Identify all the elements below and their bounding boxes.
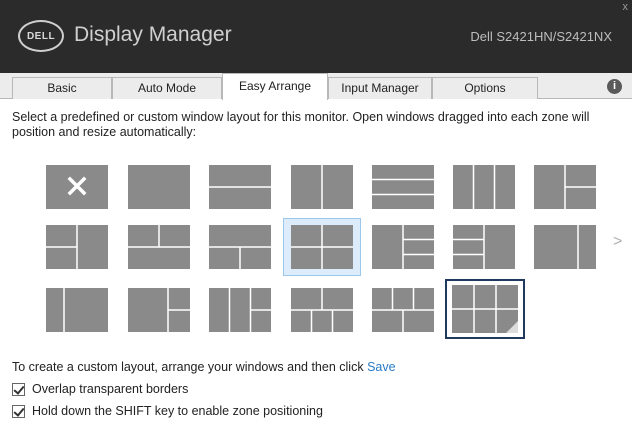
info-icon[interactable]: i bbox=[607, 79, 622, 94]
app-title: Display Manager bbox=[74, 23, 232, 46]
title-bar: DELL Display Manager Dell S2421HN/S2421N… bbox=[0, 0, 632, 73]
tab-auto-mode[interactable]: Auto Mode bbox=[112, 77, 222, 99]
next-page-icon[interactable]: > bbox=[613, 233, 622, 251]
overlap-borders-label: Overlap transparent borders bbox=[32, 382, 189, 396]
layout-custom-2x3[interactable] bbox=[445, 279, 525, 339]
layout-top-one-bottom-two[interactable] bbox=[207, 223, 273, 271]
layout-three-left-main-right[interactable] bbox=[451, 223, 517, 271]
layout-main-left-grid-right[interactable] bbox=[126, 286, 192, 334]
layout-narrow-left-main-right[interactable] bbox=[44, 286, 110, 334]
logo-text: DELL bbox=[26, 30, 56, 42]
close-icon[interactable]: x bbox=[623, 1, 629, 13]
layout-main-left-two-right[interactable] bbox=[532, 163, 598, 211]
custom-layout-hint: To create a custom layout, arrange your … bbox=[12, 360, 396, 374]
layout-three-rows[interactable] bbox=[370, 163, 436, 211]
layout-three-cols-split-right[interactable] bbox=[207, 286, 273, 334]
layout-main-left-narrow-right[interactable] bbox=[532, 223, 598, 271]
dell-logo: DELL bbox=[18, 20, 64, 52]
tab-easy-arrange[interactable]: Easy Arrange bbox=[222, 73, 328, 100]
monitor-model: Dell S2421HN/S2421NX bbox=[470, 29, 612, 44]
shift-key-label: Hold down the SHIFT key to enable zone p… bbox=[32, 404, 323, 418]
overlap-borders-option[interactable]: Overlap transparent borders bbox=[12, 382, 188, 396]
layout-none[interactable] bbox=[44, 163, 110, 211]
save-link[interactable]: Save bbox=[367, 360, 396, 374]
overlap-borders-checkbox[interactable] bbox=[12, 382, 25, 396]
layout-two-columns[interactable] bbox=[289, 163, 355, 211]
layout-two-rows[interactable] bbox=[207, 163, 273, 211]
layout-grid-2x3[interactable] bbox=[289, 286, 355, 334]
layout-description: Select a predefined or custom window lay… bbox=[12, 110, 590, 139]
tab-options[interactable]: Options bbox=[432, 77, 538, 99]
tab-bar: Basic Auto Mode Easy Arrange Input Manag… bbox=[0, 73, 632, 100]
layout-full[interactable] bbox=[126, 163, 192, 211]
tab-input-manager[interactable]: Input Manager bbox=[328, 77, 432, 99]
custom-layout-text: To create a custom layout, arrange your … bbox=[12, 360, 364, 374]
layout-main-left-three-right[interactable] bbox=[370, 223, 436, 271]
layout-left-two-main-right[interactable] bbox=[44, 223, 110, 271]
shift-key-option[interactable]: Hold down the SHIFT key to enable zone p… bbox=[12, 404, 323, 418]
layout-three-columns[interactable] bbox=[451, 163, 517, 211]
tab-basic[interactable]: Basic bbox=[12, 77, 112, 99]
layout-top-two-bottom-one[interactable] bbox=[126, 223, 192, 271]
shift-key-checkbox[interactable] bbox=[12, 404, 25, 418]
layout-grid-2x2[interactable] bbox=[283, 218, 361, 276]
layout-grid-3x2[interactable] bbox=[370, 286, 436, 334]
